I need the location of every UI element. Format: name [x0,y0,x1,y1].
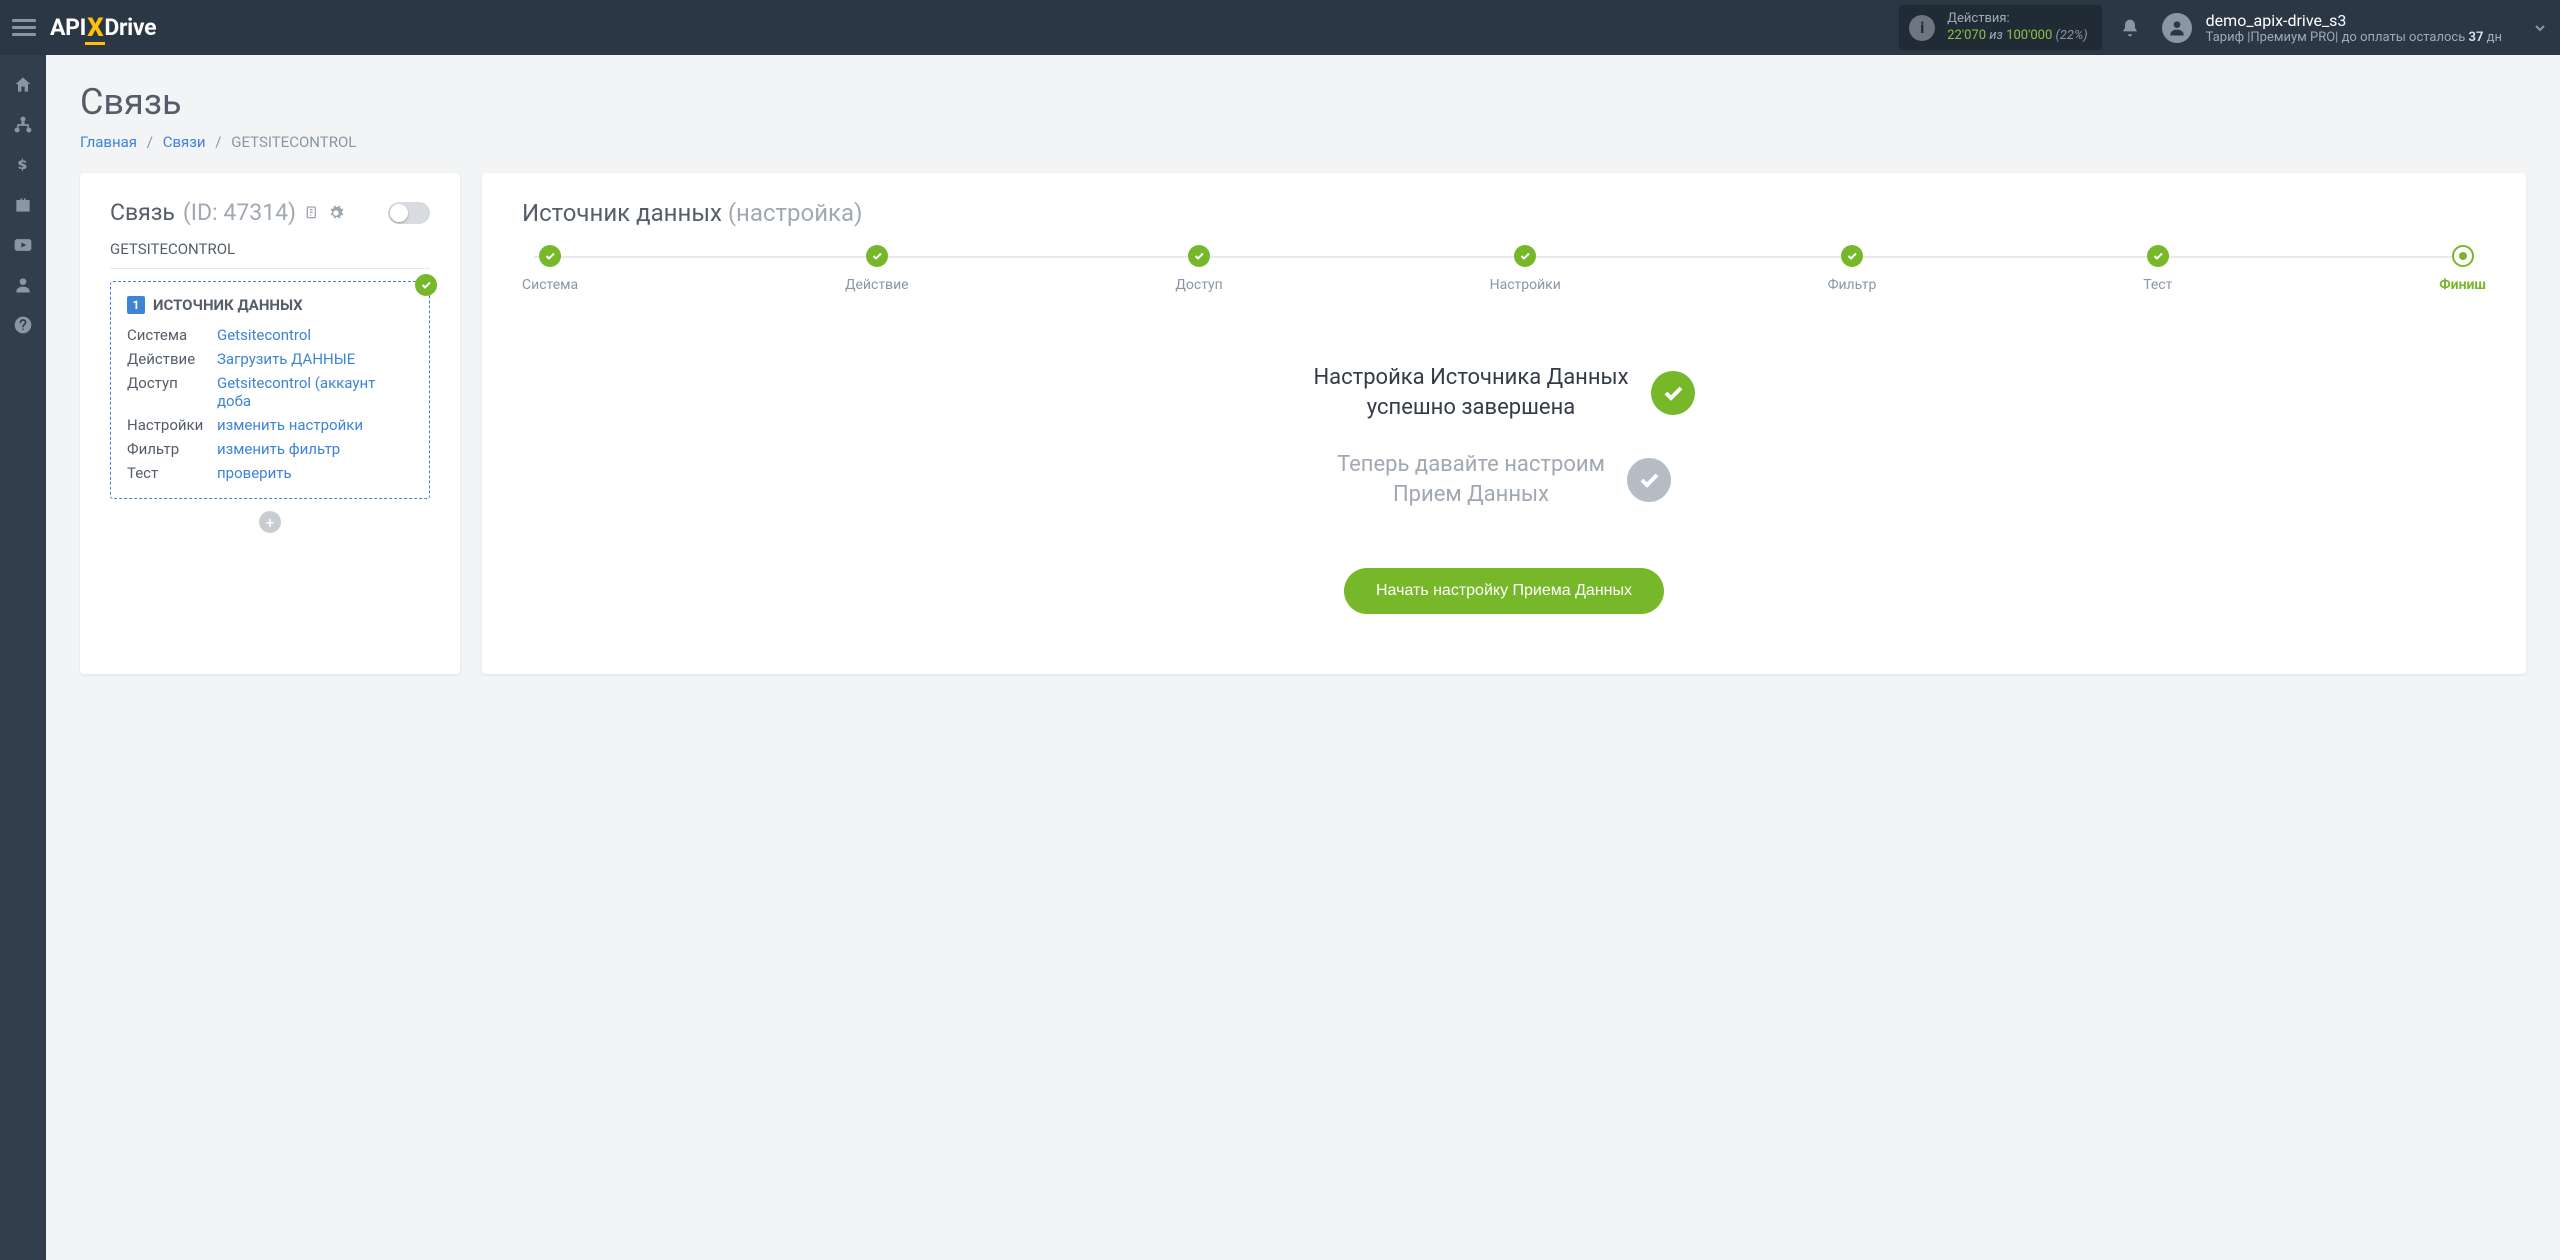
connection-card: Связь (ID: 47314) GETSITECONTROL 1 ИСТОЧ… [80,173,460,674]
top-bar: APIXDrive i Действия: 22'070 из 100'000 … [0,0,2560,55]
bell-icon[interactable] [2120,18,2140,38]
info-icon: i [1909,15,1935,41]
chevron-down-icon[interactable] [2532,20,2548,36]
check-icon [415,274,437,296]
link-system[interactable]: Getsitecontrol [217,326,413,344]
breadcrumb-home[interactable]: Главная [80,133,137,151]
conn-id: (ID: 47314) [183,199,296,226]
avatar-icon [2162,13,2192,43]
step-finish[interactable]: Финиш [2439,245,2486,293]
link-test[interactable]: проверить [217,464,413,482]
username: demo_apix-drive_s3 [2206,11,2502,30]
breadcrumb-links[interactable]: Связи [163,133,206,151]
step-test[interactable]: Тест [2143,245,2172,293]
link-action[interactable]: Загрузить ДАННЫЕ [217,350,413,368]
link-filter[interactable]: изменить фильтр [217,440,413,458]
step-filter[interactable]: Фильтр [1828,245,1877,293]
stepper: Система Действие Доступ Настройки Фильтр… [522,245,2486,293]
check-circle-pending-icon [1627,458,1671,502]
step-access[interactable]: Доступ [1175,245,1222,293]
copy-icon[interactable] [304,205,320,221]
logo[interactable]: APIXDrive [50,13,156,43]
source-box[interactable]: 1 ИСТОЧНИК ДАННЫХ СистемаGetsitecontrol … [110,281,430,499]
actions-total: 100'000 [2006,28,2052,43]
menu-toggle-icon[interactable] [12,15,36,40]
breadcrumb: Главная / Связи / GETSITECONTROL [80,133,2526,151]
page-title: Связь [80,81,2526,123]
connection-name: GETSITECONTROL [110,240,430,269]
setup-title: Источник данных (настройка) [522,199,2486,227]
status-pending: Теперь давайте настроимПрием Данных [1337,450,1671,509]
help-icon[interactable] [0,305,46,345]
check-circle-icon [1651,371,1695,415]
briefcase-icon[interactable] [0,185,46,225]
user-block[interactable]: demo_apix-drive_s3 Тариф |Премиум PRO| д… [2162,11,2502,45]
add-destination-button[interactable]: + [259,511,281,533]
conn-title: Связь [110,199,175,226]
link-settings[interactable]: изменить настройки [217,416,413,434]
tariff-line: Тариф |Премиум PRO| до оплаты осталось 3… [2206,30,2502,45]
start-destination-button[interactable]: Начать настройку Приема Данных [1344,568,1664,614]
actions-pct: (22%) [2056,28,2088,43]
actions-iz: из [1989,28,2003,43]
sidebar [0,55,46,1260]
breadcrumb-current: GETSITECONTROL [231,133,356,151]
toggle-switch[interactable] [388,202,430,224]
link-access[interactable]: Getsitecontrol (аккаунт доба [217,374,413,410]
connections-icon[interactable] [0,105,46,145]
actions-counter[interactable]: i Действия: 22'070 из 100'000 (22%) [1899,5,2101,51]
setup-card: Источник данных (настройка) Система Дейс… [482,173,2526,674]
user-icon[interactable] [0,265,46,305]
gear-icon[interactable] [328,205,344,221]
home-icon[interactable] [0,65,46,105]
actions-label: Действия: [1947,11,2087,28]
billing-icon[interactable] [0,145,46,185]
video-icon[interactable] [0,225,46,265]
main-content: Связь Главная / Связи / GETSITECONTROL С… [46,55,2560,1260]
step-action[interactable]: Действие [845,245,909,293]
step-settings[interactable]: Настройки [1490,245,1561,293]
status-done: Настройка Источника Данныхуспешно заверш… [1313,363,1694,422]
source-heading: ИСТОЧНИК ДАННЫХ [153,296,303,314]
actions-used: 22'070 [1947,28,1986,43]
step-system[interactable]: Система [522,245,578,293]
source-number: 1 [127,296,145,314]
